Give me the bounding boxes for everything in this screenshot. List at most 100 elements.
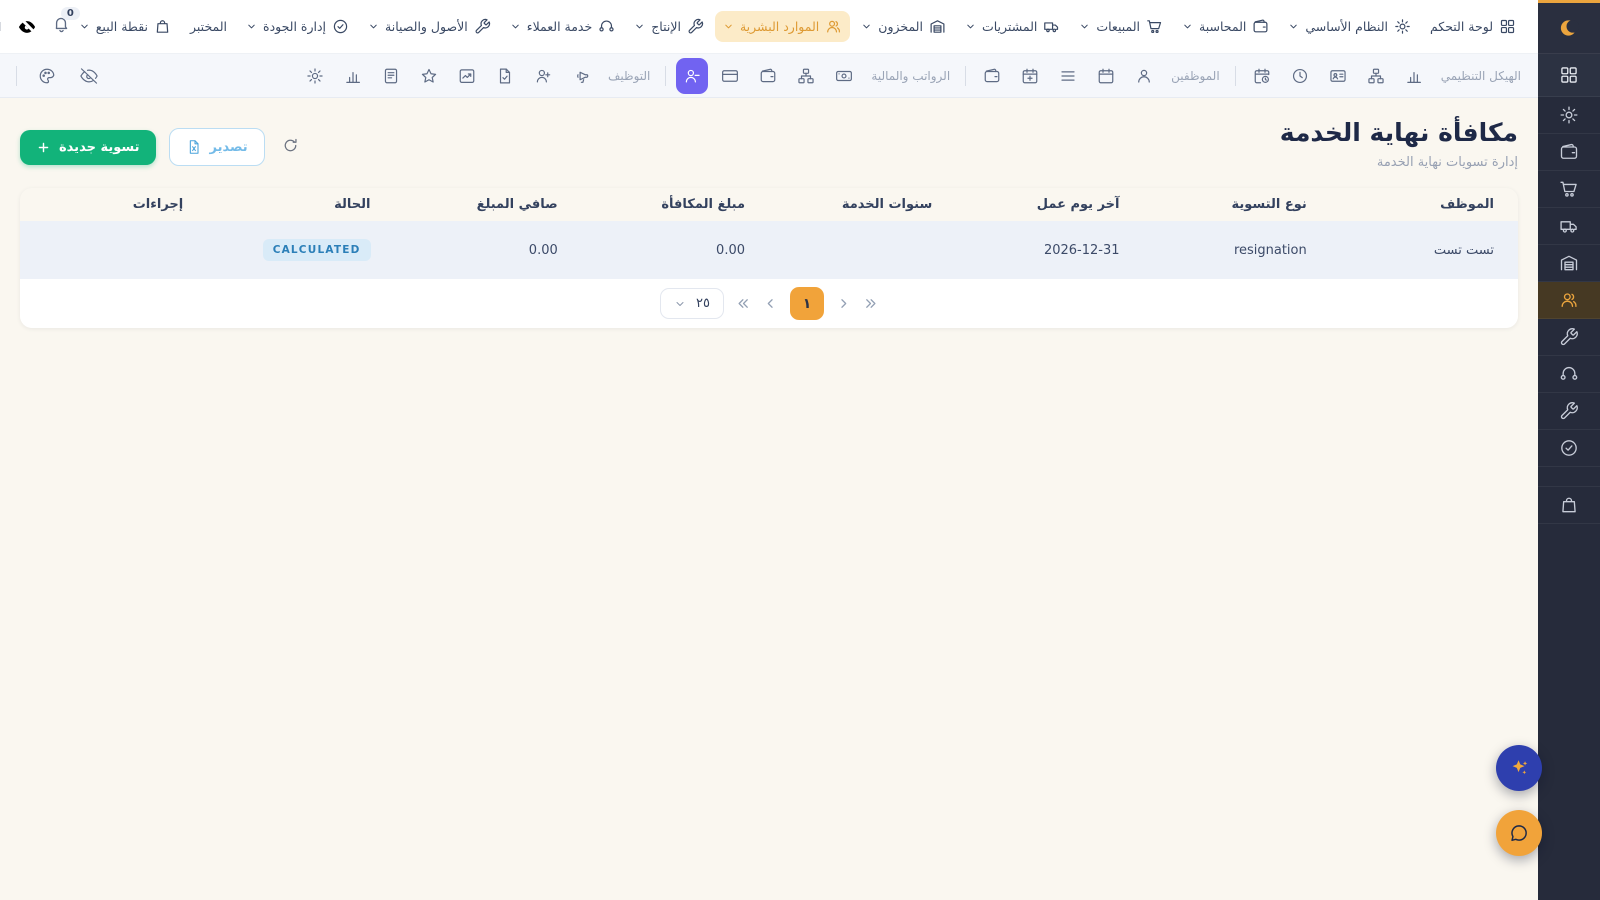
nav-item-0[interactable]: لوحة التحكم bbox=[1422, 11, 1524, 42]
current-page-button[interactable]: ١ bbox=[789, 287, 824, 320]
nav-item-12[interactable]: نقطة البيع bbox=[71, 11, 179, 42]
export-button-label: تصدير bbox=[209, 139, 248, 155]
toolbar-button-palette[interactable] bbox=[31, 60, 63, 92]
toolbar-button-money[interactable] bbox=[828, 60, 860, 92]
chat-fab[interactable] bbox=[1496, 810, 1542, 856]
nav-item-7[interactable]: الإنتاج bbox=[626, 11, 712, 42]
toolbar-button-calendar[interactable] bbox=[1090, 60, 1122, 92]
new-settlement-button[interactable]: تسوية جديدة bbox=[20, 129, 156, 165]
nav-item-label: لوحة التحكم bbox=[1429, 19, 1493, 34]
toolbar-button-person-minus[interactable] bbox=[676, 57, 709, 94]
toolbar-group-label: الرواتب والمالية bbox=[871, 68, 951, 83]
sidebar-module-grid[interactable] bbox=[1538, 54, 1600, 97]
toolbar-button-person[interactable] bbox=[1128, 60, 1160, 92]
app-logo[interactable] bbox=[1538, 0, 1600, 54]
sidebar-module-headset[interactable] bbox=[1538, 356, 1600, 393]
nav-item-3[interactable]: المبيعات bbox=[1071, 11, 1171, 42]
nav-item-2[interactable]: المحاسبة bbox=[1174, 11, 1277, 42]
view-action[interactable] bbox=[127, 242, 144, 259]
toolbar-button-person-plus[interactable] bbox=[527, 60, 559, 92]
sidebar-module-people[interactable] bbox=[1538, 282, 1600, 319]
sidebar-module-wrench[interactable] bbox=[1538, 393, 1600, 430]
nav-item-9[interactable]: الأصول والصيانة bbox=[360, 11, 499, 42]
chevron-down-icon bbox=[368, 21, 379, 32]
sidebar-module-check-badge[interactable] bbox=[1538, 430, 1600, 467]
table-cell: resignation bbox=[1143, 221, 1331, 279]
toolbar-group-label: الهيكل التنظيمي bbox=[1440, 68, 1521, 83]
sidebar-module-wrench[interactable] bbox=[1538, 319, 1600, 356]
toolbar-button-list[interactable] bbox=[1052, 60, 1084, 92]
table-header-row: الموظف نوع التسوية آخر يوم عمل سنوات الخدمة… bbox=[20, 188, 1518, 221]
page-subtitle: إدارة تسويات نهاية الخدمة bbox=[1376, 155, 1518, 170]
toolbar-button-calendar-clock[interactable] bbox=[1246, 60, 1278, 92]
language-toggle[interactable]: EN bbox=[0, 20, 2, 34]
toolbar-button-star[interactable] bbox=[413, 60, 445, 92]
sidebar-module-gear[interactable] bbox=[1538, 97, 1600, 134]
chevron-down-icon bbox=[634, 21, 645, 32]
headset-icon bbox=[598, 18, 615, 35]
nav-item-6[interactable]: الموارد البشرية bbox=[714, 11, 851, 42]
refresh-icon bbox=[282, 137, 299, 154]
notifications-bell[interactable]: 0 bbox=[52, 7, 80, 38]
toolbar-left-utilities bbox=[12, 60, 105, 92]
toolbar-button-wallet[interactable] bbox=[976, 60, 1008, 92]
toolbar-button-clock[interactable] bbox=[1284, 60, 1316, 92]
toolbar-group-label: الموظفين bbox=[1171, 68, 1220, 83]
refresh-button[interactable] bbox=[278, 133, 303, 161]
column-header: نوع التسوية bbox=[1231, 197, 1307, 212]
wrench-icon bbox=[474, 18, 491, 35]
toolbar-button-gear[interactable] bbox=[299, 60, 331, 92]
sidebar-module-truck[interactable] bbox=[1538, 208, 1600, 245]
toolbar-button-trend-up[interactable] bbox=[451, 60, 483, 92]
main-column: لوحة التحكم النظام الأساسي المحاسبة المبيعا… bbox=[0, 0, 1538, 900]
nav-item-5[interactable]: المخزون bbox=[853, 11, 954, 42]
nav-item-10[interactable]: إدارة الجودة bbox=[238, 11, 357, 42]
edit-action[interactable] bbox=[88, 242, 105, 259]
nav-item-label: الإنتاج bbox=[651, 19, 681, 34]
toolbar-button-eye-off[interactable] bbox=[73, 60, 105, 92]
toolbar-button-org-tree[interactable] bbox=[790, 60, 822, 92]
toolbar-button-calendar-plus[interactable] bbox=[1014, 60, 1046, 92]
next-page-button[interactable] bbox=[836, 296, 851, 311]
toolbar-button-org-tree[interactable] bbox=[1360, 60, 1392, 92]
toolbar-button-megaphone[interactable] bbox=[565, 60, 597, 92]
toolbar-button-book[interactable] bbox=[375, 60, 407, 92]
nav-item-4[interactable]: المشتريات bbox=[957, 11, 1068, 42]
chevron-down-icon bbox=[510, 21, 521, 32]
toolbar-button-chart-bar[interactable] bbox=[337, 60, 369, 92]
first-page-button[interactable] bbox=[736, 296, 751, 311]
table-body: تست تست resignation 2026-12-31 0.00 0.00 CALC… bbox=[20, 221, 1518, 279]
toolbar-icon-strip: الهيكل التنظيمي الموظفين الرواتب والمالية ا… bbox=[299, 57, 1526, 94]
sidebar-module-wallet[interactable] bbox=[1538, 134, 1600, 171]
sidebar-module-bag[interactable] bbox=[1538, 487, 1600, 524]
column-header: الحالة bbox=[334, 197, 371, 212]
page-size-select[interactable]: ٢٥ bbox=[660, 288, 724, 319]
toolbar-button-chart-bar[interactable] bbox=[1398, 60, 1430, 92]
toolbar-button-credit-card[interactable] bbox=[714, 60, 746, 92]
toolbar-button-wallet[interactable] bbox=[752, 60, 784, 92]
sidebar-spacer bbox=[1538, 467, 1600, 487]
table-row[interactable]: تست تست resignation 2026-12-31 0.00 0.00 CALC… bbox=[20, 221, 1518, 279]
nav-item-8[interactable]: خدمة العملاء bbox=[502, 11, 624, 42]
toolbar-button-doc-check[interactable] bbox=[489, 60, 521, 92]
ai-assistant-fab[interactable] bbox=[1496, 745, 1542, 791]
module-nav: لوحة التحكم النظام الأساسي المحاسبة المبيعا… bbox=[71, 11, 1524, 42]
module-toolbar: الهيكل التنظيمي الموظفين الرواتب والمالية ا… bbox=[0, 54, 1538, 98]
last-page-button[interactable] bbox=[863, 296, 878, 311]
nav-item-11[interactable]: المختبر bbox=[182, 12, 235, 41]
sidebar-module-cart[interactable] bbox=[1538, 171, 1600, 208]
previous-page-button[interactable] bbox=[763, 296, 778, 311]
toolbar-button-id-card[interactable] bbox=[1322, 60, 1354, 92]
sidebar-module-warehouse[interactable] bbox=[1538, 245, 1600, 282]
nav-item-label: إدارة الجودة bbox=[263, 19, 327, 34]
cart-icon bbox=[1146, 18, 1163, 35]
nav-item-label: المختبر bbox=[190, 19, 228, 34]
page-header: مكافأة نهاية الخدمة إدارة تسويات نهاية ا… bbox=[20, 98, 1518, 188]
toolbar-divider bbox=[965, 65, 967, 86]
nav-item-label: النظام الأساسي bbox=[1305, 19, 1388, 34]
export-button[interactable]: تصدير bbox=[168, 128, 265, 166]
nav-item-label: خدمة العملاء bbox=[526, 19, 593, 34]
approve-action[interactable] bbox=[166, 242, 183, 259]
eye-off-icon[interactable] bbox=[18, 18, 36, 36]
nav-item-1[interactable]: النظام الأساسي bbox=[1280, 11, 1419, 42]
